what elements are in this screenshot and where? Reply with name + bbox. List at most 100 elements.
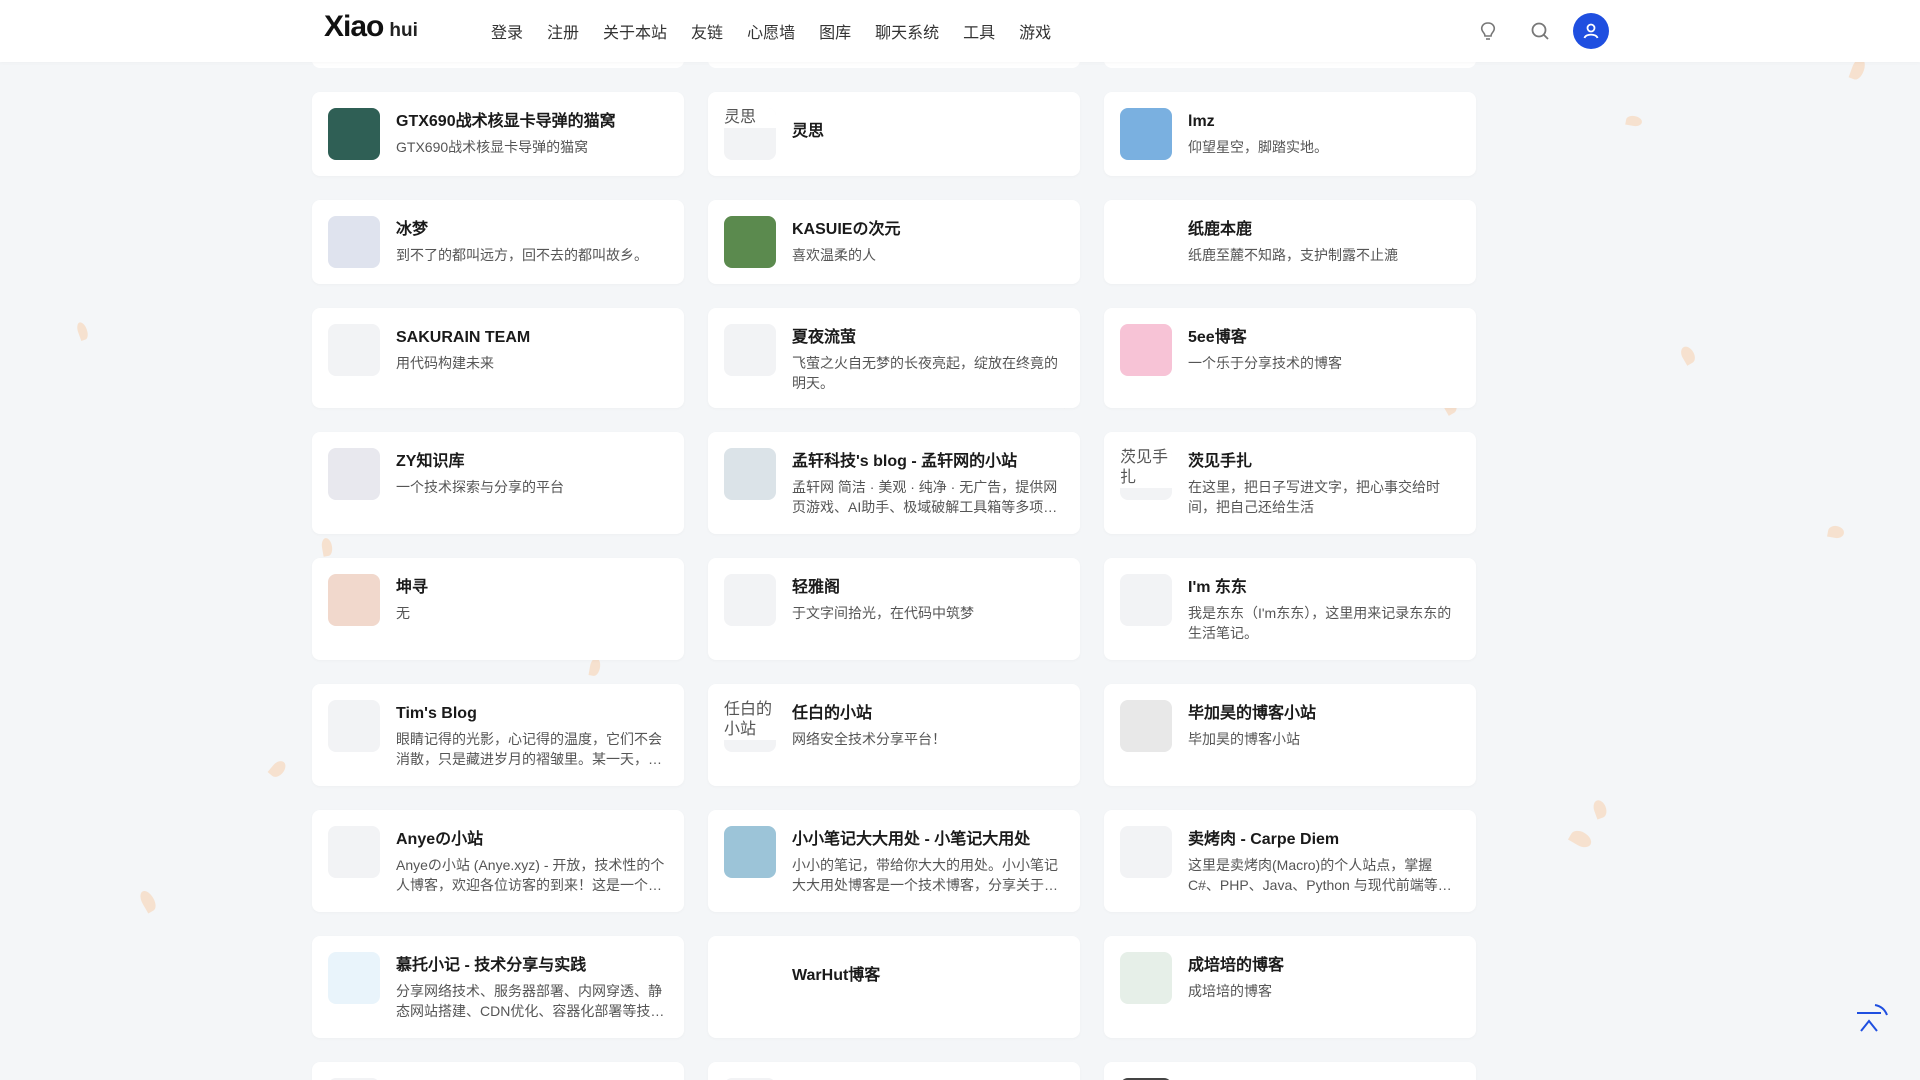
link-card[interactable]: KASUIEの次元 喜欢温柔的人 — [708, 200, 1080, 284]
link-card-meta: 夏夜流萤 飞萤之火自无梦的长夜亮起，绽放在终竟的明天。 — [792, 324, 1064, 393]
link-card-description: 网络安全技术分享平台！ — [792, 731, 946, 747]
link-card[interactable]: lmz 仰望星空，脚踏实地。 — [1104, 92, 1476, 176]
link-card[interactable]: 轻雅阁 于文字间拾光，在代码中筑梦 — [708, 558, 1080, 660]
link-card-meta: KASUIEの次元 喜欢温柔的人 — [792, 216, 1064, 265]
back-to-top-button[interactable] — [1853, 1003, 1889, 1039]
link-card[interactable]: 5ee博客 一个乐于分享技术的博客 — [1104, 308, 1476, 408]
avatar-alt-text: 灵思 — [724, 108, 776, 128]
petal-decoration — [1625, 114, 1643, 128]
link-card-title: 毕加昊的博客小站 — [1188, 705, 1317, 722]
link-card-description: 孟轩网 简洁 · 美观 · 纯净 · 无广告，提供网页游戏、AI助手、极域破解工… — [792, 479, 1058, 515]
link-card[interactable]: WarHut博客 — [708, 936, 1080, 1038]
petal-decoration — [267, 758, 289, 780]
site-avatar — [724, 952, 776, 1004]
nav-item-gallery[interactable]: 图库 — [819, 19, 851, 43]
site-avatar — [1120, 826, 1172, 878]
link-card-meta: 成培培的博客 成培培的博客 — [1188, 952, 1460, 1001]
link-card-title: lmz — [1188, 113, 1215, 130]
link-card-meta: 孟轩科技's blog - 孟轩网的小站孟轩网 简洁 · 美观 · 纯净 · 无… — [792, 448, 1064, 517]
link-card-meta: 轻雅阁 于文字间拾光，在代码中筑梦 — [792, 574, 1064, 623]
link-card-title: 孟轩科技's blog - 孟轩网的小站 — [792, 453, 1018, 470]
link-card[interactable]: 冰梦 到不了的都叫远方，回不去的都叫故乡。 — [312, 200, 684, 284]
search-icon[interactable] — [1528, 19, 1552, 43]
theme-toggle-icon[interactable] — [1476, 19, 1500, 43]
link-card[interactable]: 主页 | Jax Chen's Blog — [312, 1062, 684, 1080]
link-card-meta: Anyeの小站 Anyeの小站 (Anye.xyz) - 开放，技术性的个人博客，… — [396, 826, 668, 895]
link-card-description: 仰望星空，脚踏实地。 — [1188, 139, 1328, 155]
link-card-meta: 5ee博客 一个乐于分享技术的博客 — [1188, 324, 1460, 373]
link-card-title: ZY知识库 — [396, 453, 465, 470]
site-avatar — [724, 324, 776, 376]
link-card-description: 毕加昊的博客小站 — [1188, 731, 1300, 747]
petal-decoration — [1591, 798, 1609, 820]
nav-item-chat[interactable]: 聊天系统 — [875, 19, 939, 43]
link-card-description: Anyeの小站 (Anye.xyz) - 开放，技术性的个人博客，欢迎各位访客的… — [396, 857, 665, 893]
link-card-meta: 纸鹿本鹿 纸鹿至麓不知路，支护制露不止漉 — [1188, 216, 1460, 265]
link-card-meta: ZY知识库 一个技术探索与分享的平台 — [396, 448, 668, 497]
link-card-meta: I'm 东东 我是东东（I'm东东），这里用来记录东东的生活笔记。 — [1188, 574, 1460, 643]
link-card-description: 到不了的都叫远方，回不去的都叫故乡。 — [396, 247, 648, 263]
link-card[interactable]: 毕加昊的博客小站 毕加昊的博客小站 — [1104, 684, 1476, 786]
site-avatar — [1120, 108, 1172, 160]
nav-item-login[interactable]: 登录 — [491, 19, 523, 43]
link-card[interactable]: Tim's Blog 眼睛记得的光影，心记得的温度，它们不会消散，只是藏进岁月的褶… — [312, 684, 684, 786]
site-avatar — [328, 952, 380, 1004]
site-logo[interactable]: Xiao hui — [324, 10, 418, 50]
link-card-title: GTX690战术核显卡导弹的猫窝 — [396, 113, 616, 130]
link-card-meta: 卖烤肉 - Carpe Diem 这里是卖烤肉(Macro)的个人站点，掌握 C#… — [1188, 826, 1460, 895]
link-card[interactable]: GTX690战术核显卡导弹的猫窝 GTX690战术核显卡导弹的猫窝 — [312, 92, 684, 176]
link-card[interactable]: I'm 东东 我是东东（I'm东东），这里用来记录东东的生活笔记。 — [1104, 558, 1476, 660]
link-card-title: 任白的小站 — [792, 705, 873, 722]
site-avatar — [724, 574, 776, 626]
link-card[interactable]: 技术回声 - 菜鸟 — [708, 1062, 1080, 1080]
site-avatar: 灵思 — [724, 108, 776, 160]
link-card-title: KASUIEの次元 — [792, 221, 901, 238]
avatar-alt-text: 茨见手扎 — [1120, 448, 1172, 488]
link-card-meta: lmz 仰望星空，脚踏实地。 — [1188, 108, 1460, 157]
link-card[interactable]: 小小笔记大大用处 - 小笔记大用处 小小的笔记，带给你大大的用处。小小笔记大大用处… — [708, 810, 1080, 912]
link-card[interactable]: 孟轩科技's blog - 孟轩网的小站孟轩网 简洁 · 美观 · 纯净 · 无… — [708, 432, 1080, 534]
link-card[interactable]: 坤寻无 — [312, 558, 684, 660]
link-card-meta: Tim's Blog 眼睛记得的光影，心记得的温度，它们不会消散，只是藏进岁月的褶… — [396, 700, 668, 769]
link-card[interactable]: 纸鹿本鹿 纸鹿至麓不知路，支护制露不止漉 — [1104, 200, 1476, 284]
nav-item-games[interactable]: 游戏 — [1019, 19, 1051, 43]
nav-item-about[interactable]: 关于本站 — [603, 19, 667, 43]
nav-item-register[interactable]: 注册 — [547, 19, 579, 43]
site-avatar — [328, 574, 380, 626]
link-card[interactable]: Metoc's Log — [1104, 1062, 1476, 1080]
site-avatar — [724, 216, 776, 268]
link-card[interactable]: ZY知识库 一个技术探索与分享的平台 — [312, 432, 684, 534]
petal-decoration — [1678, 344, 1698, 366]
site-header: Xiao hui 登录 注册 关于本站 友链 心愿墙 图库 聊天系统 工具 游戏 — [0, 0, 1920, 62]
link-card[interactable]: 成培培的博客 成培培的博客 — [1104, 936, 1476, 1038]
link-card-title: Anyeの小站 — [396, 831, 484, 848]
link-card-meta: SAKURAIN TEAM 用代码构建未来 — [396, 324, 668, 373]
logo-text: Xiao — [324, 10, 384, 43]
avatar-alt-text: 任白的小站 — [724, 700, 776, 740]
petal-decoration — [75, 321, 90, 341]
link-card-description: 一个乐于分享技术的博客 — [1188, 355, 1342, 371]
link-card-title: 小小笔记大大用处 - 小笔记大用处 — [792, 831, 1031, 848]
link-card[interactable]: 卖烤肉 - Carpe Diem 这里是卖烤肉(Macro)的个人站点，掌握 C#… — [1104, 810, 1476, 912]
petal-decoration — [1827, 524, 1845, 540]
nav-item-tools[interactable]: 工具 — [963, 19, 995, 43]
link-card[interactable]: SAKURAIN TEAM 用代码构建未来 — [312, 308, 684, 408]
link-card[interactable]: 慕托小记 - 技术分享与实践 分享网络技术、服务器部署、内网穿透、静态网站搭建、C… — [312, 936, 684, 1038]
link-card[interactable]: 任白的小站 任白的小站 网络安全技术分享平台！ — [708, 684, 1080, 786]
nav-item-links[interactable]: 友链 — [691, 19, 723, 43]
link-card[interactable]: Anyeの小站 Anyeの小站 (Anye.xyz) - 开放，技术性的个人博客，… — [312, 810, 684, 912]
link-card[interactable]: 灵思 灵思 — [708, 92, 1080, 176]
friend-links-grid: GTX690战术核显卡导弹的猫窝 GTX690战术核显卡导弹的猫窝 灵思 灵思 lmz 仰… — [312, 92, 1476, 1080]
link-card-title: 轻雅阁 — [792, 579, 841, 596]
link-card-meta: 毕加昊的博客小站 毕加昊的博客小站 — [1188, 700, 1460, 749]
link-card[interactable]: 夏夜流萤 飞萤之火自无梦的长夜亮起，绽放在终竟的明天。 — [708, 308, 1080, 408]
nav-item-wishwall[interactable]: 心愿墙 — [747, 19, 795, 43]
link-card-description: 成培培的博客 — [1188, 983, 1272, 999]
link-card[interactable]: 茨见手扎 茨见手扎 在这里，把日子写进文字，把心事交给时间，把自己还给生活 — [1104, 432, 1476, 534]
user-avatar-button[interactable] — [1573, 13, 1609, 49]
link-card-title: 成培培的博客 — [1188, 957, 1285, 974]
link-card-meta: 茨见手扎 在这里，把日子写进文字，把心事交给时间，把自己还给生活 — [1188, 448, 1460, 517]
link-card-description: 这里是卖烤肉(Macro)的个人站点，掌握 C#、PHP、Java、Python… — [1188, 857, 1452, 893]
petal-decoration — [1567, 827, 1595, 851]
link-card-title: 灵思 — [792, 123, 825, 140]
